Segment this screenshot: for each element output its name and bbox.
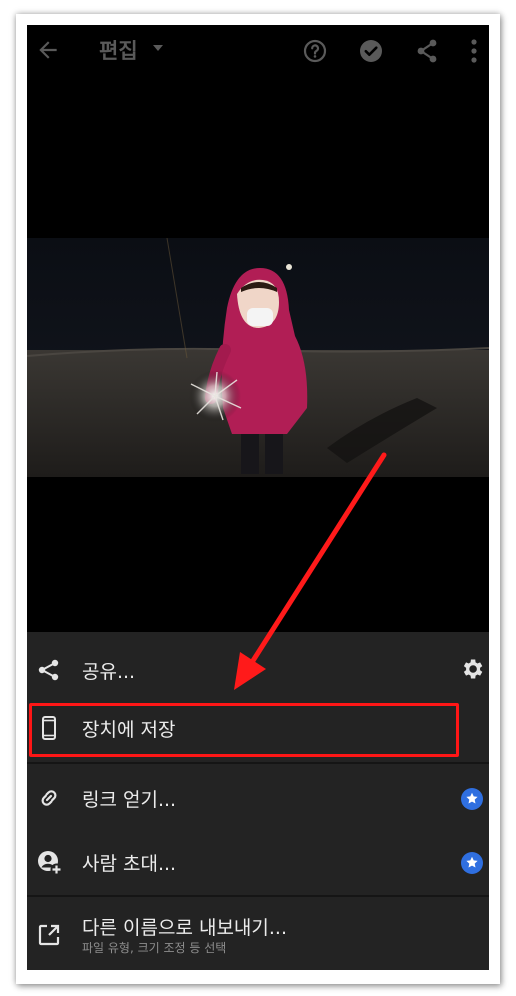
highlight-box-annotation: [29, 703, 459, 757]
page-title[interactable]: 편집: [99, 35, 138, 65]
link-icon: [41, 790, 57, 806]
check-icon[interactable]: [359, 39, 383, 63]
share-icon[interactable]: [415, 38, 439, 64]
menu-item-label: 공유...: [82, 661, 136, 683]
dropdown-caret-icon[interactable]: [151, 41, 165, 55]
premium-star-badge-icon: [461, 852, 483, 874]
menu-item-export-as[interactable]: 다른 이름으로 내보내기... 파일 유형, 크기 조정 등 선택: [27, 903, 489, 967]
menu-item-label: 사람 초대...: [82, 853, 177, 875]
more-vert-icon[interactable]: [469, 38, 479, 64]
divider: [27, 895, 489, 897]
divider: [27, 762, 489, 764]
premium-star-badge-icon: [461, 788, 483, 810]
share-icon: [38, 659, 59, 681]
menu-item-label: 링크 얻기...: [82, 789, 177, 811]
help-icon[interactable]: [303, 39, 327, 63]
back-arrow-icon[interactable]: [35, 37, 61, 63]
menu-item-invite-people[interactable]: 사람 초대...: [27, 834, 489, 890]
menu-item-label: 다른 이름으로 내보내기...: [82, 917, 287, 939]
menu-item-sublabel: 파일 유형, 크기 조정 등 선택: [82, 941, 227, 955]
top-app-bar: 편집: [27, 25, 489, 77]
menu-item-get-link[interactable]: 링크 얻기...: [27, 770, 489, 826]
add-person-icon: [38, 851, 63, 876]
photo-preview[interactable]: [27, 238, 489, 477]
settings-gear-icon[interactable]: [459, 656, 485, 682]
night-beach-photo: [27, 238, 489, 477]
app-screen: 편집 공유... 장치에 저장 링크 얻기... 사람 초대... 다른 이름으…: [27, 25, 489, 970]
export-open-in-icon: [38, 924, 60, 946]
menu-item-share[interactable]: 공유...: [27, 642, 489, 698]
